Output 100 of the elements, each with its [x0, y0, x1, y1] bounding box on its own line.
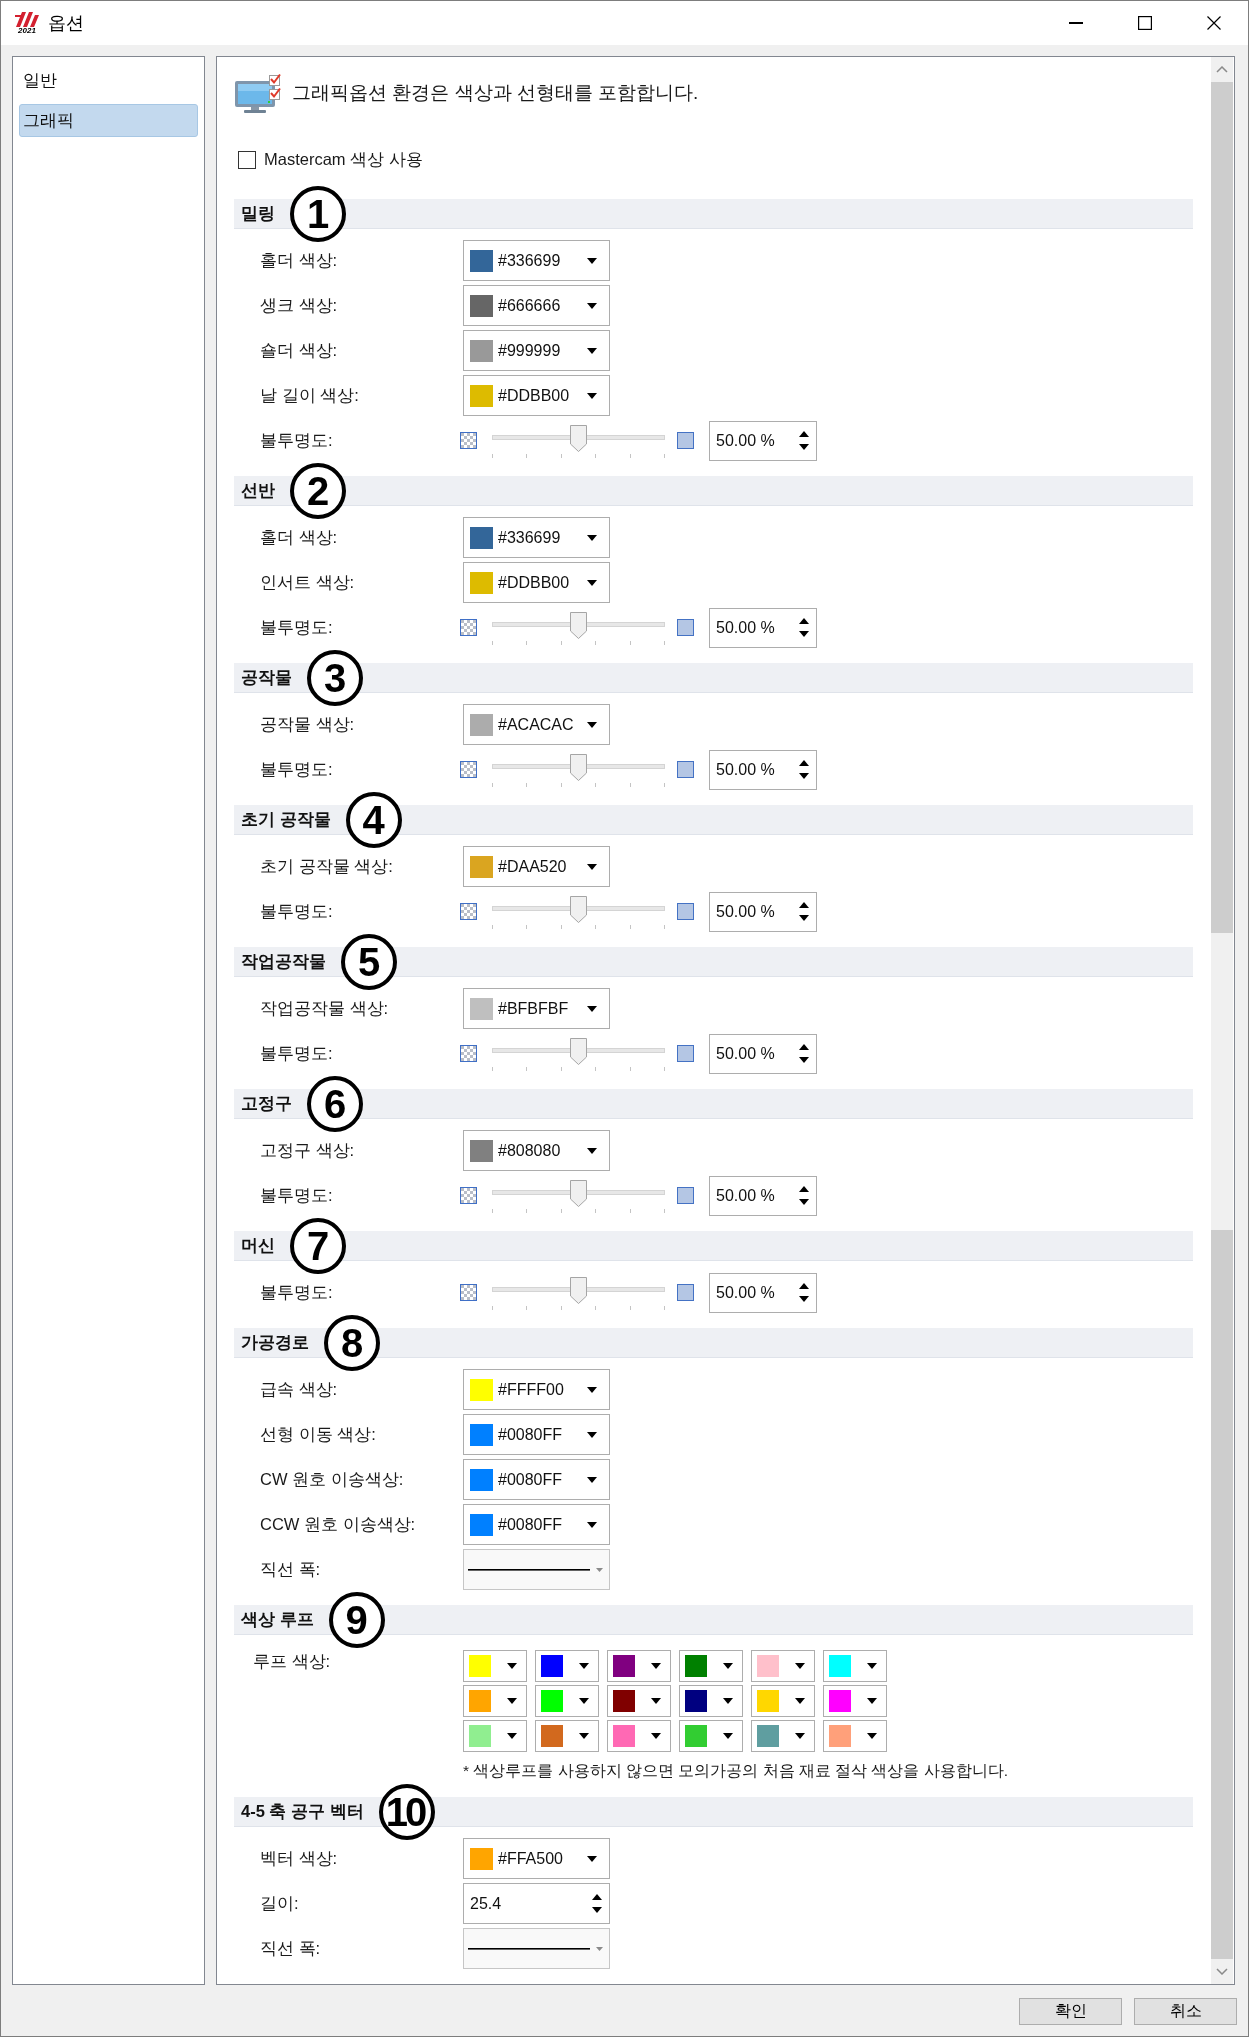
slider-thumb[interactable] [570, 1276, 587, 1304]
square-icon [677, 1187, 694, 1204]
color-dropdown[interactable]: #BFBFBF [463, 988, 610, 1029]
slider-track[interactable] [492, 609, 665, 646]
slider-track[interactable] [492, 893, 665, 930]
color-dropdown[interactable] [679, 1650, 743, 1682]
color-dropdown[interactable] [607, 1650, 671, 1682]
field-label: 불투명도: [260, 616, 333, 638]
color-dropdown[interactable] [535, 1720, 599, 1752]
field-label: 숄더 색상: [260, 339, 338, 361]
color-dropdown[interactable]: #999999 [463, 330, 610, 371]
caret-icon [587, 1386, 597, 1393]
slider-thumb[interactable] [570, 753, 587, 781]
slider-thumb[interactable] [570, 1179, 587, 1207]
slider-track[interactable] [492, 1035, 665, 1072]
color-dropdown[interactable]: #666666 [463, 285, 610, 326]
circled-number: 6 [307, 1075, 363, 1132]
color-dropdown[interactable]: #0080FF [463, 1414, 610, 1455]
color-dropdown[interactable]: #0080FF [463, 1504, 610, 1545]
field-label: 불투명도: [260, 1042, 333, 1064]
caret-down-icon [799, 444, 809, 450]
spin-box[interactable]: 25.4 [463, 1883, 610, 1924]
spin-box[interactable]: 50.00 % [709, 1272, 817, 1313]
color-dropdown[interactable]: #DDBB00 [463, 562, 610, 603]
color-dropdown[interactable] [751, 1685, 815, 1717]
caret-up-icon [592, 1894, 602, 1900]
section-title: 작업공작물 [241, 950, 326, 972]
spin-box[interactable]: 50.00 % [709, 607, 817, 648]
caret-up-icon [799, 760, 809, 766]
color-dropdown[interactable] [679, 1720, 743, 1752]
color-dropdown[interactable] [535, 1685, 599, 1717]
dialog-button[interactable]: 확인 [1019, 1998, 1122, 2025]
checkerboard-icon [460, 619, 477, 636]
color-dropdown[interactable]: #DDBB00 [463, 375, 610, 416]
caret-icon [579, 1698, 589, 1704]
caret-icon [587, 1521, 597, 1528]
line-width-dropdown[interactable] [463, 1928, 610, 1969]
color-dropdown[interactable]: #808080 [463, 1130, 610, 1171]
dialog-button[interactable]: 취소 [1134, 1998, 1237, 2025]
color-dropdown[interactable] [679, 1685, 743, 1717]
logo-icon [15, 11, 39, 27]
color-dropdown[interactable] [607, 1720, 671, 1752]
spin-box[interactable]: 50.00 % [709, 891, 817, 932]
color-dropdown[interactable] [463, 1650, 527, 1682]
caret-icon [651, 1733, 661, 1739]
slider-thumb[interactable] [570, 895, 587, 923]
color-dropdown[interactable] [823, 1650, 887, 1682]
color-dropdown[interactable] [607, 1685, 671, 1717]
slider-track[interactable] [492, 751, 665, 788]
caret-icon [723, 1663, 733, 1669]
slider-thumb[interactable] [570, 611, 587, 639]
scroll-up-button[interactable] [1211, 57, 1233, 82]
color-dropdown[interactable] [823, 1720, 887, 1752]
circled-number: 8 [324, 1314, 380, 1371]
spin-box[interactable]: 50.00 % [709, 420, 817, 461]
color-dropdown[interactable] [751, 1650, 815, 1682]
spin-box[interactable]: 50.00 % [709, 749, 817, 790]
color-dropdown[interactable] [535, 1650, 599, 1682]
close-icon [1206, 16, 1221, 30]
caret-up-icon [799, 1044, 809, 1050]
color-dropdown[interactable]: #FFA500 [463, 1838, 610, 1879]
circled-number: 7 [290, 1217, 346, 1274]
color-dropdown[interactable]: #0080FF [463, 1459, 610, 1500]
checkerboard-icon [460, 1045, 477, 1062]
color-dropdown[interactable]: #336699 [463, 240, 610, 281]
slider-track[interactable] [492, 1274, 665, 1311]
caret-icon [587, 1005, 597, 1012]
field-label: CW 원호 이송색상: [260, 1468, 404, 1490]
slider-track[interactable] [492, 1177, 665, 1214]
caret-icon [587, 721, 597, 728]
spin-box[interactable]: 50.00 % [709, 1033, 817, 1074]
section-title: 밀링 [241, 202, 275, 224]
sidebar-item[interactable]: 일반 [19, 64, 198, 97]
field-label: 벡터 색상: [260, 1847, 338, 1869]
checkbox[interactable] [238, 151, 256, 169]
line-width-dropdown[interactable] [463, 1549, 610, 1590]
color-dropdown[interactable]: #336699 [463, 517, 610, 558]
slider-thumb[interactable] [570, 1037, 587, 1065]
scroll-down-button[interactable] [1211, 1959, 1233, 1984]
color-dropdown[interactable] [463, 1685, 527, 1717]
color-dropdown[interactable] [751, 1720, 815, 1752]
circled-number: 5 [341, 933, 397, 990]
caret-icon [867, 1733, 877, 1739]
color-dropdown[interactable] [463, 1720, 527, 1752]
sidebar-item[interactable]: 그래픽 [19, 104, 198, 137]
section-title: 선반 [241, 479, 275, 501]
caret-icon [507, 1733, 517, 1739]
slider-track[interactable] [492, 422, 665, 459]
slider-thumb[interactable] [570, 424, 587, 452]
caret-icon [507, 1698, 517, 1704]
square-icon [677, 1045, 694, 1062]
color-dropdown[interactable] [823, 1685, 887, 1717]
spin-box[interactable]: 50.00 % [709, 1175, 817, 1216]
line-sample-icon [468, 1568, 590, 1571]
color-dropdown[interactable]: #ACACAC [463, 704, 610, 745]
caret-icon [587, 1476, 597, 1483]
color-dropdown[interactable]: #FFFF00 [463, 1369, 610, 1410]
logo-text: 2021 [18, 26, 36, 35]
field-label: 날 길이 색상: [260, 384, 359, 406]
color-dropdown[interactable]: #DAA520 [463, 846, 610, 887]
